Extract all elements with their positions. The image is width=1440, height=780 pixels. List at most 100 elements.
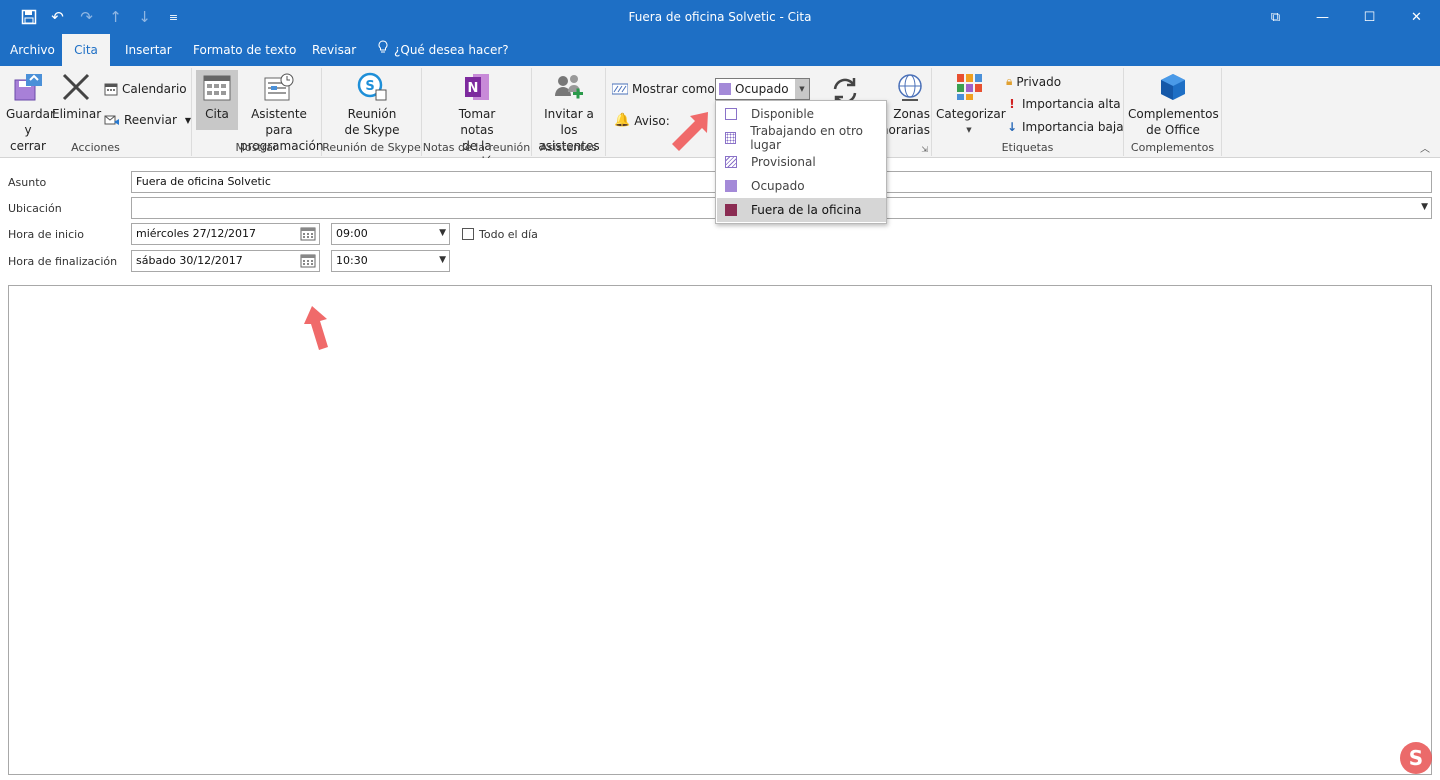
end-date-value: sábado 30/12/2017	[136, 254, 243, 267]
office-addins-label: Complementos de Office	[1128, 107, 1219, 137]
lock-icon: 🔒︎	[1006, 74, 1013, 88]
group-skype: S Reunión de Skype Reunión de Skype	[322, 68, 422, 156]
forward-icon	[104, 115, 119, 125]
group-label-tags: Etiquetas	[1001, 141, 1054, 154]
start-date-input[interactable]: miércoles 27/12/2017	[131, 223, 320, 245]
group-label-notes: Notas de la reunión	[422, 141, 531, 154]
busy-swatch	[725, 180, 737, 192]
reminder-label-wrap: 🔔 Aviso:	[614, 113, 670, 128]
all-day-label: Todo el día	[479, 228, 538, 241]
high-importance-label: Importancia alta	[1022, 97, 1121, 111]
meeting-notes-button[interactable]: N Tomar notas de la reunión	[442, 70, 512, 170]
forward-button[interactable]: Reenviar ▼	[104, 113, 191, 127]
chevron-down-icon[interactable]: ▼	[439, 228, 446, 238]
group-addins: Complementos de Office Complementos	[1124, 68, 1222, 156]
close-button[interactable]: ✕	[1393, 0, 1440, 34]
categorize-button[interactable]: Categorizar ▼	[936, 70, 1006, 138]
show-as-value: Ocupado	[735, 82, 789, 96]
chevron-down-icon[interactable]: ▼	[795, 79, 809, 99]
tab-archivo[interactable]: Archivo	[10, 34, 55, 66]
chevron-down-icon[interactable]: ▼	[439, 255, 446, 265]
group-acciones: Guardar y cerrar Eliminar Calendario Ree…	[0, 68, 192, 156]
annotation-arrow-icon	[304, 306, 328, 350]
private-label: Privado	[1016, 74, 1062, 89]
option-label: Fuera de la oficina	[751, 203, 862, 217]
message-body[interactable]	[8, 285, 1432, 775]
group-label-attendees: Asistentes	[540, 141, 597, 154]
option-disponible[interactable]: Disponible	[717, 102, 886, 126]
end-time-select[interactable]: 10:30 ▼	[331, 250, 450, 272]
calendar-picker-icon[interactable]	[300, 254, 316, 268]
skype-meeting-button[interactable]: S Reunión de Skype	[342, 70, 402, 138]
appointment-view-label: Cita	[205, 107, 229, 121]
end-time-value: 10:30	[336, 254, 368, 267]
invite-people-icon	[555, 75, 583, 99]
tab-revisar[interactable]: Revisar	[312, 34, 356, 66]
show-as-dropdown: Disponible Trabajando en otro lugar Prov…	[715, 100, 887, 224]
reminder-label: Aviso:	[634, 113, 670, 128]
tentative-swatch	[725, 156, 737, 168]
save-close-icon	[14, 74, 42, 101]
group-attendees: Invitar a los asistentes Asistentes	[532, 68, 606, 156]
exclamation-icon: !	[1009, 97, 1015, 111]
forward-label: Reenviar	[124, 113, 177, 127]
tell-me-search[interactable]: ¿Qué desea hacer?	[378, 34, 509, 66]
all-day-checkbox[interactable]	[462, 228, 474, 240]
delete-button[interactable]: Eliminar	[52, 70, 102, 122]
group-label-addins: Complementos	[1130, 141, 1215, 154]
start-time-label: Hora de inicio	[8, 228, 84, 241]
calendar-icon	[104, 83, 118, 96]
high-importance-button[interactable]: ! Importancia alta	[1006, 97, 1121, 111]
scheduling-assistant-icon	[264, 73, 294, 101]
option-provisional[interactable]: Provisional	[717, 150, 886, 174]
appointment-view-button[interactable]: Cita	[196, 70, 238, 130]
office-addins-icon	[1161, 74, 1185, 100]
group-label-acciones: Acciones	[71, 141, 120, 154]
dialog-launcher-icon[interactable]: ⇲	[921, 145, 928, 154]
end-date-input[interactable]: sábado 30/12/2017	[131, 250, 320, 272]
low-importance-button[interactable]: ↓ Importancia baja	[1006, 120, 1124, 134]
skype-icon: S	[357, 72, 387, 101]
tab-insertar[interactable]: Insertar	[125, 34, 172, 66]
categorize-icon	[957, 74, 982, 100]
maximize-button[interactable]: ☐	[1346, 0, 1393, 34]
time-zones-label: Zonas horarias	[880, 107, 930, 137]
calendar-picker-icon[interactable]	[300, 227, 316, 241]
skype-meeting-label: Reunión de Skype	[344, 107, 400, 137]
chevron-down-icon: ▼	[966, 126, 972, 134]
globe-icon	[898, 74, 922, 101]
show-as-select[interactable]: Ocupado ▼	[715, 78, 810, 100]
private-button[interactable]: 🔒︎ Privado	[1006, 74, 1061, 89]
delete-label: Eliminar	[52, 107, 102, 121]
group-mostrar: Cita Asistente para programación Mostrar	[192, 68, 323, 156]
option-label: Trabajando en otro lugar	[750, 124, 863, 152]
calendar-button[interactable]: Calendario	[104, 82, 187, 96]
show-as-icon	[612, 83, 628, 95]
tab-formato-de-texto[interactable]: Formato de texto	[193, 34, 296, 66]
low-importance-label: Importancia baja	[1022, 120, 1124, 134]
start-time-select[interactable]: 09:00 ▼	[331, 223, 450, 245]
tab-cita[interactable]: Cita	[62, 34, 110, 66]
lightbulb-icon	[378, 34, 388, 66]
option-ocupado[interactable]: Ocupado	[717, 174, 886, 198]
option-fuera-de-la-oficina[interactable]: Fuera de la oficina	[717, 198, 886, 222]
arrow-down-icon: ↓	[1006, 120, 1018, 134]
start-time-value: 09:00	[336, 227, 368, 240]
busy-swatch	[719, 83, 731, 95]
show-as-label: Mostrar como:	[632, 82, 719, 96]
collapse-ribbon-icon[interactable]: ︿	[1420, 140, 1430, 155]
annotation-arrow-icon	[672, 112, 708, 151]
option-trabajando-en-otro-lugar[interactable]: Trabajando en otro lugar	[717, 124, 886, 152]
office-addins-button[interactable]: Complementos de Office	[1128, 70, 1219, 138]
window-controls: ⧉ — ☐ ✕	[1252, 0, 1440, 34]
group-label-mostrar: Mostrar	[235, 141, 278, 154]
bell-icon: 🔔	[614, 113, 631, 128]
working-elsewhere-swatch	[725, 132, 737, 144]
minimize-button[interactable]: —	[1299, 0, 1346, 34]
start-date-value: miércoles 27/12/2017	[136, 227, 257, 240]
show-as-label-wrap: Mostrar como:	[612, 82, 719, 96]
group-tags: Categorizar ▼ 🔒︎ Privado ! Importancia a…	[932, 68, 1124, 156]
restore-ribbon-icon[interactable]: ⧉	[1252, 0, 1299, 34]
chevron-down-icon[interactable]: ▼	[1421, 202, 1428, 212]
solvetic-logo-icon: S	[1400, 742, 1432, 774]
